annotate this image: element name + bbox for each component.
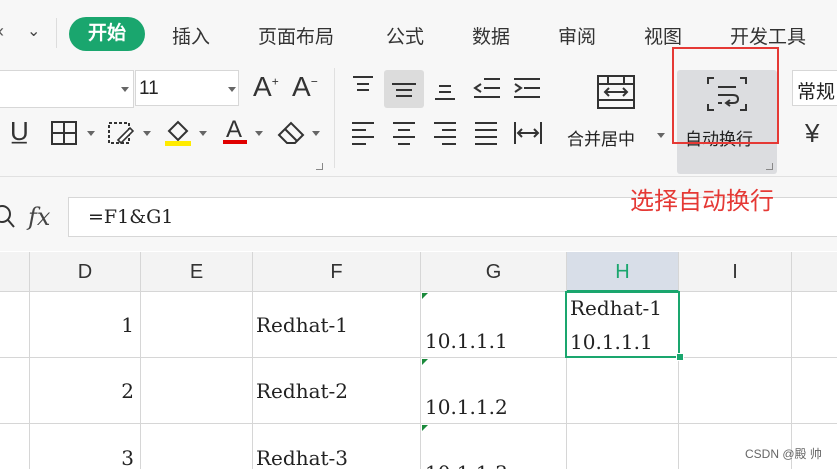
align-bottom-icon[interactable] bbox=[432, 76, 458, 107]
increase-indent-icon[interactable] bbox=[512, 75, 542, 106]
cell-f2[interactable]: Redhat-2 bbox=[253, 358, 421, 424]
tab-home[interactable]: 开始 bbox=[69, 17, 145, 51]
underline-icon[interactable]: U̲ bbox=[10, 118, 29, 144]
chevron-down-icon bbox=[228, 87, 236, 92]
increase-font-icon[interactable]: A+ bbox=[253, 73, 279, 101]
svg-text:A: A bbox=[226, 116, 242, 143]
zoom-icon[interactable] bbox=[0, 204, 16, 235]
align-middle-icon bbox=[392, 83, 416, 97]
column-header-i[interactable]: I bbox=[679, 252, 792, 292]
watermark: CSDN @殿 帅 bbox=[745, 447, 822, 461]
cell-j1[interactable] bbox=[792, 292, 837, 358]
quick-access-dropdown-icon[interactable]: ⌄ bbox=[27, 24, 40, 40]
cell-d2[interactable]: 2 bbox=[30, 358, 141, 424]
distributed-align-icon[interactable] bbox=[513, 119, 543, 152]
cell-g2-value: 10.1.1.2 bbox=[425, 395, 508, 419]
fill-color-icon[interactable] bbox=[163, 117, 193, 152]
cell-d3[interactable]: 3 bbox=[30, 424, 141, 470]
cell-g2[interactable]: 10.1.1.2 bbox=[421, 358, 567, 424]
alignment-group-launcher[interactable] bbox=[766, 163, 773, 170]
active-cell-border bbox=[565, 291, 680, 358]
merge-center-icon[interactable] bbox=[596, 74, 636, 115]
cell-e3[interactable] bbox=[141, 424, 253, 469]
tab-review[interactable]: 审阅 bbox=[558, 22, 596, 49]
column-header-h[interactable]: H bbox=[567, 252, 679, 292]
cell-d1[interactable]: 1 bbox=[30, 292, 141, 358]
error-indicator-icon bbox=[422, 359, 428, 365]
cell-style-icon[interactable] bbox=[106, 120, 135, 151]
tab-data[interactable]: 数据 bbox=[472, 22, 510, 49]
number-format-select[interactable]: 常规 bbox=[792, 70, 837, 106]
fx-label[interactable]: fx bbox=[28, 203, 50, 231]
number-format-value: 常规 bbox=[797, 82, 836, 103]
annotation-callout: 选择自动换行 bbox=[630, 188, 774, 215]
decrease-indent-icon[interactable] bbox=[472, 75, 502, 106]
align-left-icon[interactable] bbox=[350, 120, 376, 151]
highlight-box bbox=[672, 47, 779, 144]
row-gutter[interactable] bbox=[0, 424, 30, 469]
chevron-left-icon[interactable]: ‹ bbox=[0, 22, 4, 40]
currency-icon[interactable]: ¥ bbox=[805, 120, 819, 146]
cell-e1[interactable] bbox=[141, 292, 253, 358]
cell-g1[interactable]: 10.1.1.1 bbox=[421, 292, 567, 358]
chevron-down-icon[interactable] bbox=[199, 131, 207, 136]
error-indicator-icon bbox=[422, 293, 428, 299]
error-indicator-icon bbox=[422, 425, 428, 431]
column-header-d[interactable]: D bbox=[30, 252, 141, 292]
menu-separator bbox=[56, 18, 57, 48]
decrease-font-icon[interactable]: A− bbox=[292, 73, 318, 101]
cell-d1-value: 1 bbox=[121, 313, 134, 337]
cell-g1-value: 10.1.1.1 bbox=[425, 329, 508, 353]
cell-f1[interactable]: Redhat-1 bbox=[253, 292, 421, 358]
cell-g3-value: 10.1.1.3 bbox=[425, 461, 508, 469]
align-top-icon[interactable] bbox=[350, 74, 376, 103]
cell-h2[interactable] bbox=[567, 358, 679, 424]
tab-view[interactable]: 视图 bbox=[644, 22, 682, 49]
chevron-down-icon[interactable] bbox=[255, 131, 263, 136]
borders-icon[interactable] bbox=[50, 120, 78, 151]
column-header-next[interactable] bbox=[792, 252, 837, 292]
font-color-icon[interactable]: A bbox=[222, 115, 250, 152]
chevron-down-icon[interactable] bbox=[87, 131, 95, 136]
cell-h3[interactable] bbox=[567, 424, 679, 469]
column-header-e[interactable]: E bbox=[141, 252, 253, 292]
cell-d3-value: 3 bbox=[121, 446, 134, 470]
merge-center-label[interactable]: 合并居中 bbox=[567, 125, 635, 150]
cell-d2-value: 2 bbox=[121, 379, 134, 403]
cell-e2[interactable] bbox=[141, 358, 253, 424]
row-gutter[interactable] bbox=[0, 292, 30, 358]
tab-developer[interactable]: 开发工具 bbox=[730, 22, 806, 49]
align-middle-button[interactable] bbox=[384, 70, 424, 108]
column-header-f[interactable]: F bbox=[253, 252, 421, 292]
align-center-icon[interactable] bbox=[391, 120, 417, 151]
column-header-g[interactable]: G bbox=[421, 252, 567, 292]
cell-i1[interactable] bbox=[679, 292, 792, 358]
cell-i2[interactable] bbox=[679, 358, 792, 424]
font-size-select[interactable]: 11 bbox=[135, 70, 239, 106]
row-gutter[interactable] bbox=[0, 358, 30, 424]
chevron-down-icon[interactable] bbox=[312, 131, 320, 136]
group-separator bbox=[334, 68, 335, 168]
cell-f3[interactable]: Redhat-3 bbox=[253, 424, 421, 469]
tab-formulas[interactable]: 公式 bbox=[386, 22, 424, 49]
tab-insert[interactable]: 插入 bbox=[172, 22, 210, 49]
cell-f1-value: Redhat-1 bbox=[256, 313, 349, 337]
cell-f2-value: Redhat-2 bbox=[256, 379, 349, 403]
font-group-launcher[interactable] bbox=[316, 163, 323, 170]
cell-g3[interactable]: 10.1.1.3 bbox=[421, 424, 567, 469]
cell-j2[interactable] bbox=[792, 358, 837, 424]
tab-page-layout[interactable]: 页面布局 bbox=[258, 22, 334, 49]
align-right-icon[interactable] bbox=[432, 120, 458, 151]
chevron-down-icon[interactable] bbox=[657, 133, 665, 138]
font-size-value: 11 bbox=[139, 78, 159, 99]
justify-icon[interactable] bbox=[473, 120, 499, 151]
chevron-down-icon[interactable] bbox=[143, 131, 151, 136]
chevron-down-icon bbox=[121, 87, 129, 92]
font-name-select[interactable] bbox=[0, 70, 134, 108]
formula-text: =F1&G1 bbox=[88, 206, 174, 228]
cell-f3-value: Redhat-3 bbox=[256, 446, 349, 469]
eraser-icon[interactable] bbox=[275, 119, 307, 150]
fill-handle[interactable] bbox=[676, 353, 684, 361]
row-header-corner[interactable] bbox=[0, 252, 30, 292]
